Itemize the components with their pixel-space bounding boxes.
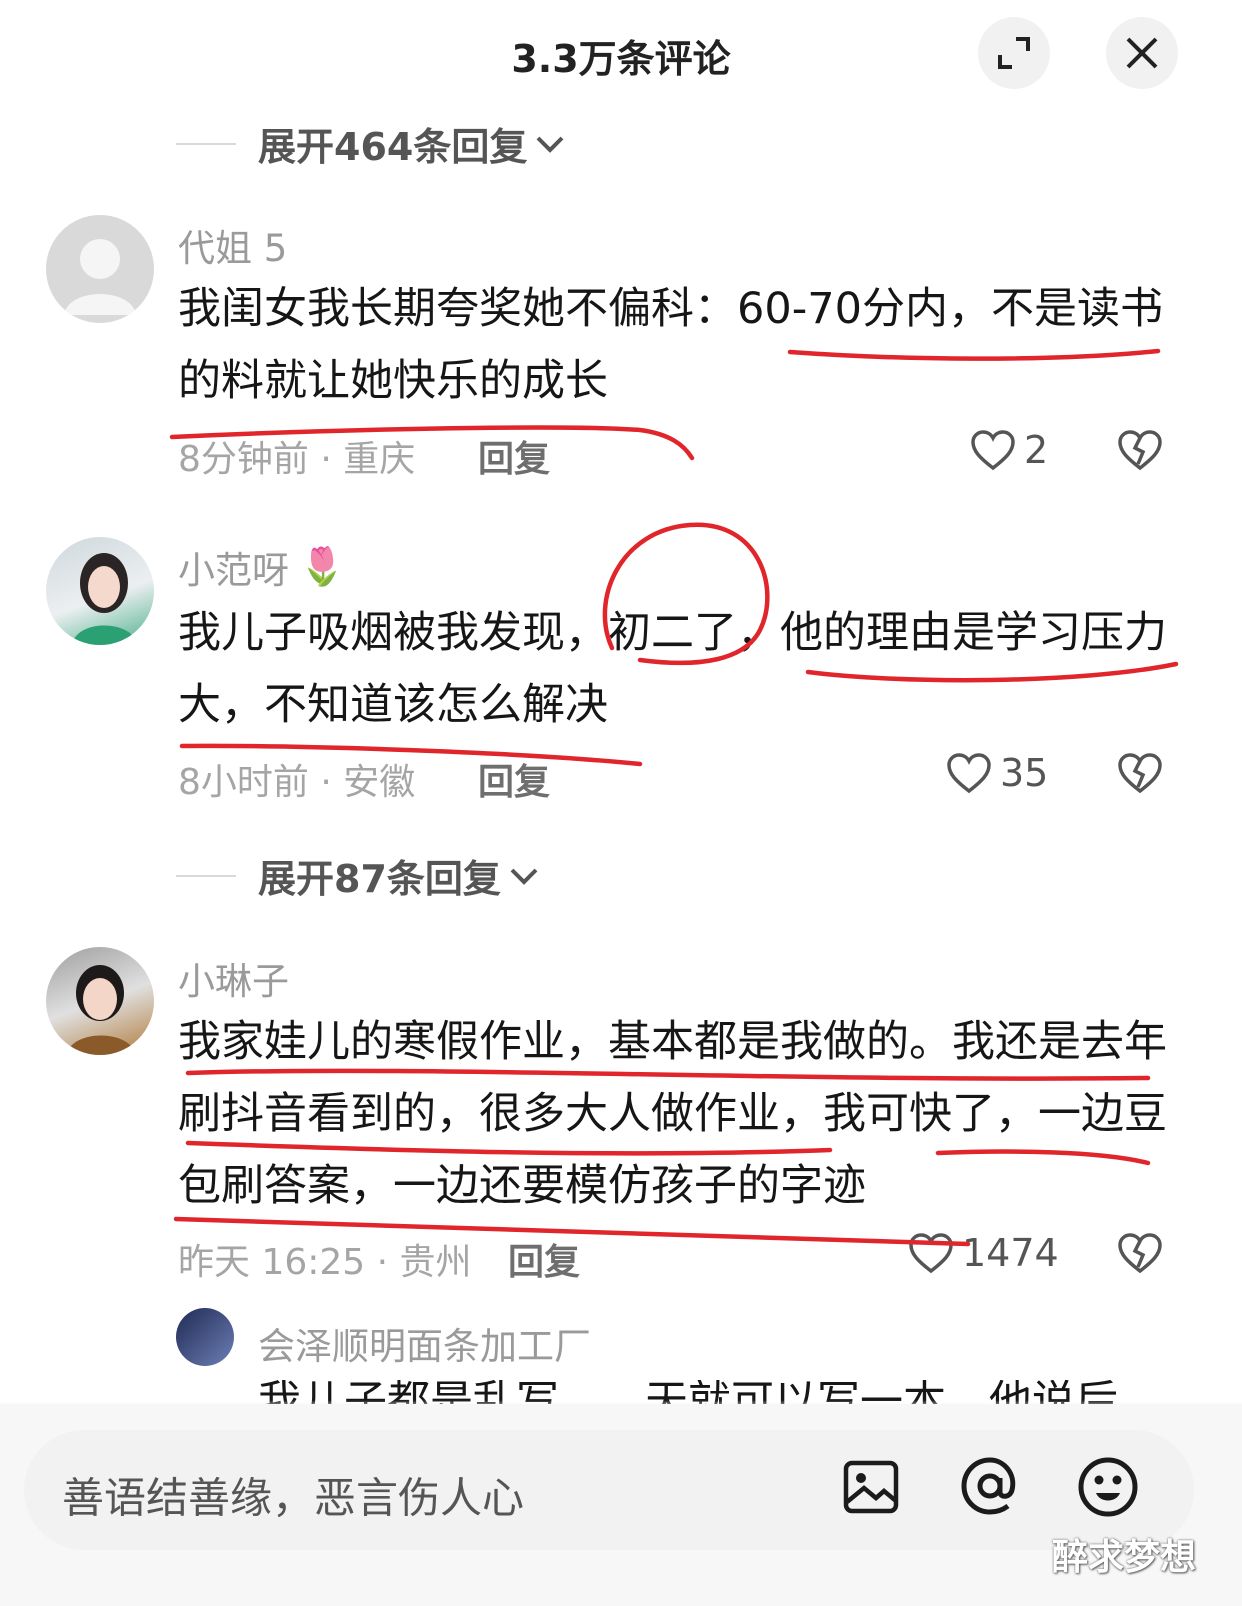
expand-button[interactable] [978,17,1050,89]
user-photo [66,965,136,1055]
chevron-down-icon [510,868,538,885]
comment-input-placeholder: 善语结善缘，恶言伤人心 [62,1473,525,1523]
like-button[interactable]: 1474 [908,1231,1059,1275]
reply-button[interactable]: 回复 [478,753,550,805]
comment-text: 我家娃儿的寒假作业，基本都是我做的。我还是去年刷抖音看到的，很多大人做作业，我可… [178,1017,1167,1211]
image-icon[interactable] [842,1458,900,1516]
close-icon [1126,37,1158,69]
expand-replies-label: 展开464条回复 [258,125,528,169]
comment-meta: 8分钟前 · 重庆 [178,439,416,480]
emoji-icon[interactable] [1076,1455,1140,1519]
heart-icon [971,430,1015,471]
expand-replies-row[interactable]: 展开87条回复 [176,848,539,903]
like-button[interactable]: 35 [946,751,1048,795]
dislike-icon[interactable] [1116,1231,1164,1275]
sub-reply-username[interactable]: 会泽顺明面条加工厂 [258,1316,591,1370]
close-button[interactable] [1106,17,1178,89]
divider [176,142,236,145]
like-button[interactable]: 2 [970,428,1048,472]
page-title: 3.3万条评论 [511,37,731,81]
divider [176,874,236,877]
expand-icon [998,37,1030,69]
expand-replies-row[interactable]: 展开464条回复 [176,116,565,171]
comment-username-row[interactable]: 小范呀 🌷 [178,540,345,594]
watermark: 醉求梦想 [1052,1537,1197,1578]
at-icon[interactable] [958,1454,1022,1518]
comment-username[interactable]: 代姐 5 [178,218,287,272]
comment-text: 我闺女我长期夸奖她不偏科：60-70分内，不是读书的料就让她快乐的成长 [178,284,1163,406]
user-photo [72,553,138,645]
comment-meta: 8小时前 · 安徽 [178,762,416,803]
chevron-down-icon [536,136,564,153]
comment-text: 我儿子吸烟被我发现，初二了，他的理由是学习压力大，不知道该怎么解决 [178,608,1167,730]
comment-username[interactable]: 小琳子 [178,951,289,1005]
avatar[interactable] [46,215,154,323]
comment-meta: 昨天 16:25 · 贵州 [178,1242,472,1283]
reply-button[interactable]: 回复 [478,430,550,482]
sub-reply-avatar[interactable] [176,1308,234,1366]
avatar[interactable] [46,947,154,1055]
heart-icon [909,1233,953,1274]
comment-username: 小范呀 [178,549,289,592]
expand-replies-label: 展开87条回复 [258,857,501,901]
dislike-icon[interactable] [1116,751,1164,795]
tulip-emoji: 🌷 [299,545,346,588]
reply-button[interactable]: 回复 [508,1233,580,1285]
heart-icon [947,753,991,794]
avatar[interactable] [46,537,154,645]
like-count: 35 [1000,751,1049,795]
default-avatar-icon [64,239,136,315]
dislike-icon[interactable] [1116,428,1164,472]
like-count: 2 [1024,428,1049,472]
like-count: 1474 [962,1231,1059,1275]
